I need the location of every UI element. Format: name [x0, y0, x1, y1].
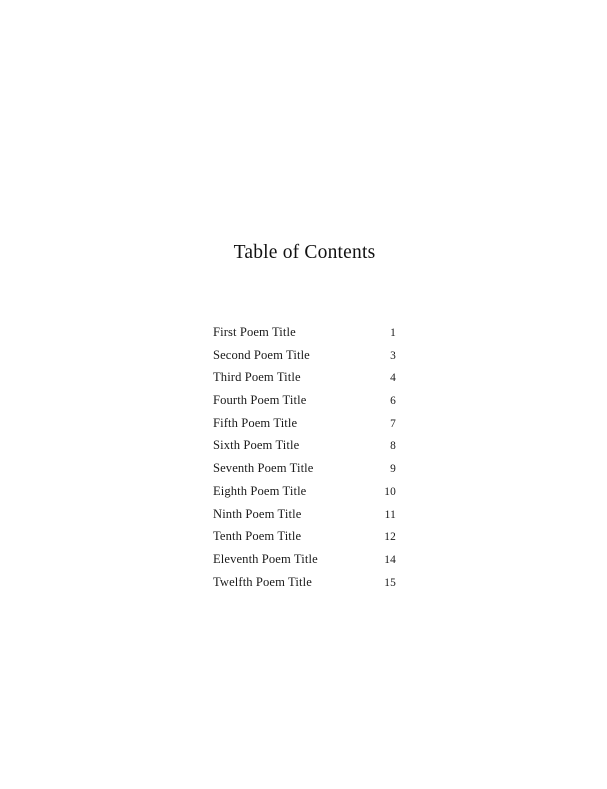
toc-entry-title: Ninth Poem Title — [213, 506, 302, 521]
toc-entry[interactable]: Seventh Poem Title 9 — [213, 457, 396, 480]
toc-entry-title: Third Poem Title — [213, 370, 301, 385]
toc-entry[interactable]: Sixth Poem Title 8 — [213, 434, 396, 457]
toc-entry-title: Eleventh Poem Title — [213, 551, 318, 566]
toc-entry[interactable]: Third Poem Title 4 — [213, 366, 396, 389]
toc-entry[interactable]: Twelfth Poem Title 15 — [213, 571, 396, 594]
toc-entry-page-number: 4 — [390, 372, 396, 385]
toc-entry-page-number: 8 — [390, 440, 396, 453]
toc-entry-page-number: 14 — [384, 553, 396, 566]
toc-entry[interactable]: Tenth Poem Title 12 — [213, 525, 396, 548]
toc-entry[interactable]: First Poem Title 1 — [213, 321, 396, 344]
toc-entry-list: First Poem Title 1 Second Poem Title 3 Third… — [213, 321, 396, 593]
toc-entry-title: Twelfth Poem Title — [213, 574, 312, 589]
table-of-contents: Table of Contents First Poem Title 1 Secon… — [213, 240, 396, 593]
toc-entry-page-number: 6 — [390, 395, 396, 408]
toc-entry[interactable]: Eleventh Poem Title 14 — [213, 548, 396, 571]
toc-entry[interactable]: Fourth Poem Title 6 — [213, 389, 396, 412]
toc-entry-title: Second Poem Title — [213, 347, 310, 362]
toc-entry-page-number: 15 — [384, 576, 396, 589]
toc-entry-page-number: 11 — [384, 508, 396, 521]
toc-entry-page-number: 3 — [390, 349, 396, 362]
toc-entry-page-number: 10 — [384, 485, 396, 498]
toc-entry-title: Fifth Poem Title — [213, 415, 298, 430]
toc-entry[interactable]: Fifth Poem Title 7 — [213, 412, 396, 435]
toc-entry-page-number: 7 — [390, 417, 396, 430]
toc-entry[interactable]: Second Poem Title 3 — [213, 344, 396, 367]
toc-entry-title: Eighth Poem Title — [213, 483, 307, 498]
toc-entry-title: Tenth Poem Title — [213, 529, 302, 544]
document-page: Table of Contents First Poem Title 1 Secon… — [0, 0, 607, 789]
toc-entry-page-number: 9 — [390, 463, 396, 476]
toc-entry[interactable]: Ninth Poem Title 11 — [213, 503, 396, 526]
toc-entry-title: Fourth Poem Title — [213, 393, 307, 408]
toc-entry-page-number: 1 — [390, 327, 396, 339]
page-title: Table of Contents — [233, 242, 376, 263]
toc-entry-title: Seventh Poem Title — [213, 461, 314, 476]
toc-entry[interactable]: Eighth Poem Title 10 — [213, 480, 396, 503]
toc-entry-title: Sixth Poem Title — [213, 438, 300, 453]
toc-entry-page-number: 12 — [384, 531, 396, 544]
toc-entry-title: First Poem Title — [213, 325, 296, 339]
